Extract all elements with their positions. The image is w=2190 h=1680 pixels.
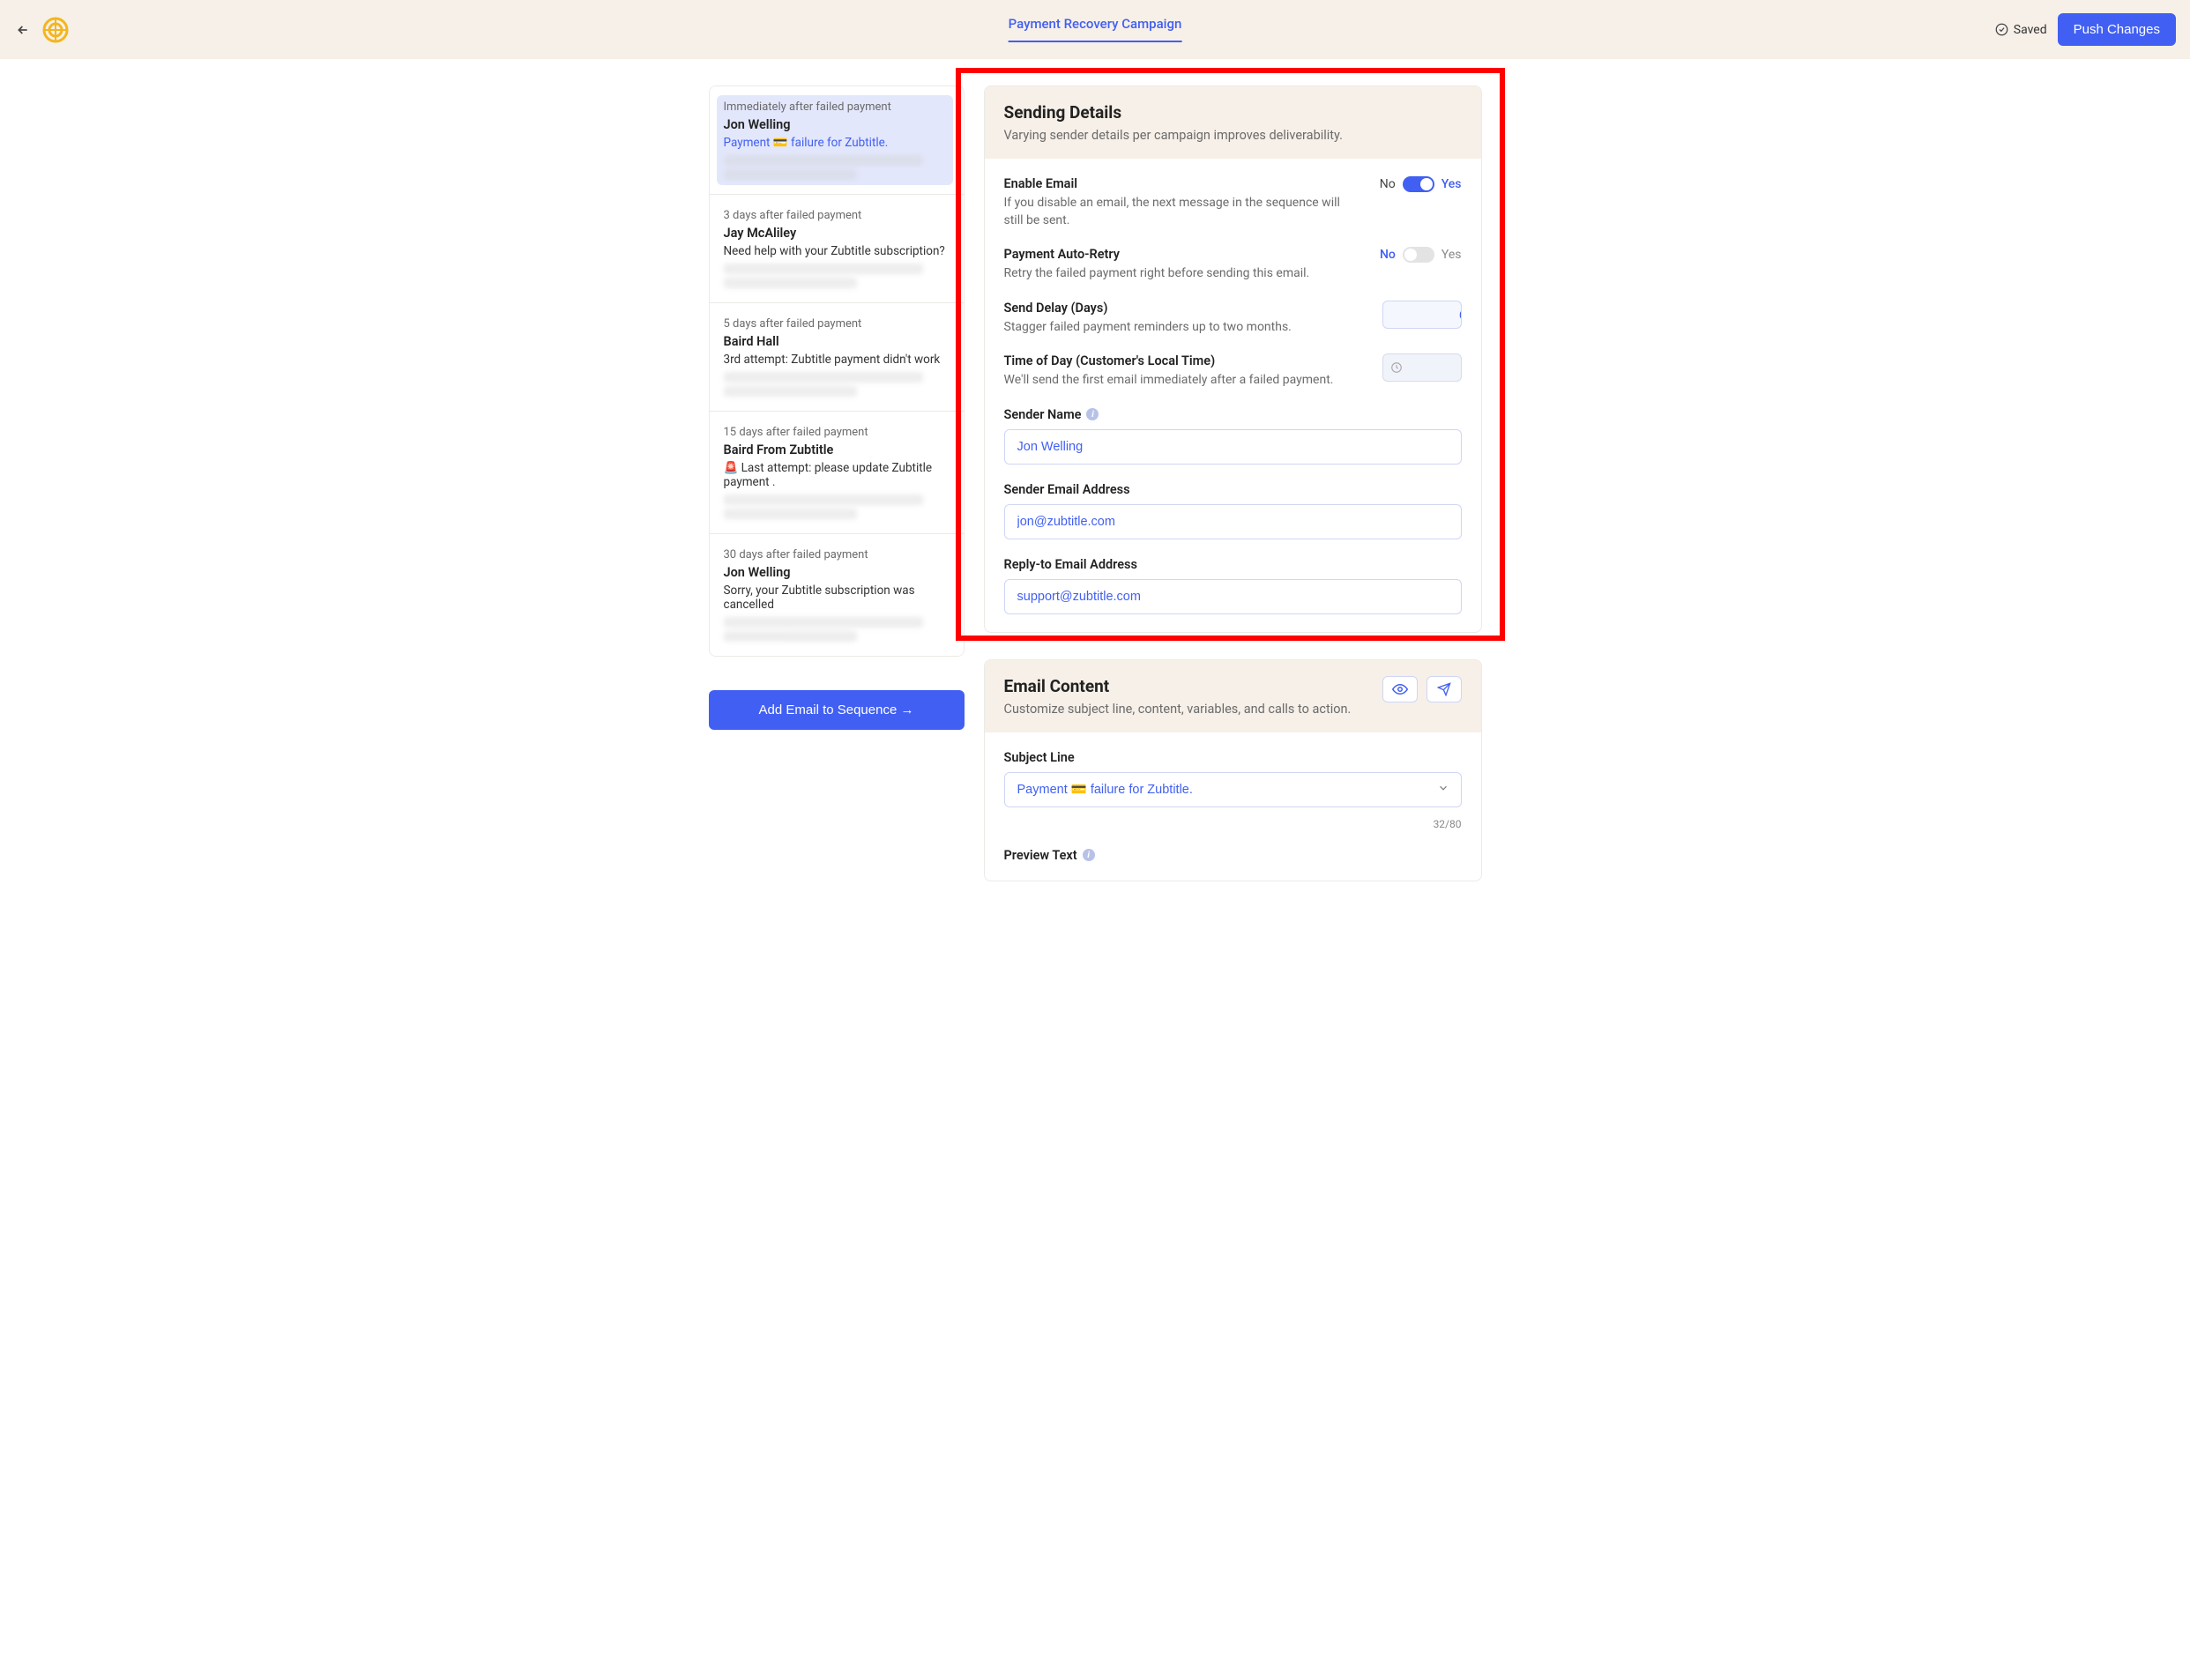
sequence-timing: Immediately after failed payment [724,100,946,114]
campaign-title[interactable]: Payment Recovery Campaign [1009,16,1182,42]
add-email-button[interactable]: Add Email to Sequence → [709,690,965,730]
sequence-timing: 15 days after failed payment [724,426,946,439]
preview-blur [724,278,857,288]
send-test-button[interactable] [1426,676,1462,702]
sending-details-panel: Sending Details Varying sender details p… [984,85,1482,633]
eye-icon [1392,681,1408,697]
sequence-timing: 5 days after failed payment [724,317,946,331]
sequence-sender: Jon Welling [724,117,946,132]
sequence-sender: Jon Welling [724,565,946,580]
sender-name-field: Sender Name i [1004,407,1462,465]
preview-text-label: Preview Text [1004,848,1077,863]
sequence-item[interactable]: 23 days after failed paymentJay McAliley… [710,195,964,303]
subject-line-label: Subject Line [1004,750,1462,765]
check-circle-icon [1995,23,2008,36]
reply-to-field: Reply-to Email Address [1004,557,1462,614]
reply-to-label: Reply-to Email Address [1004,557,1462,572]
reply-to-input[interactable] [1004,579,1462,614]
preview-text-field: Preview Text i [1004,848,1462,863]
auto-retry-yes: Yes [1441,248,1462,262]
enable-email-label: Enable Email [1004,176,1362,191]
sender-email-label: Sender Email Address [1004,482,1462,497]
preview-button[interactable] [1382,676,1418,702]
sequence-sender: Jay McAliley [724,226,946,241]
info-icon[interactable]: i [1086,408,1099,420]
preview-blur [724,509,857,519]
time-of-day-row: Time of Day (Customer's Local Time) We'l… [1004,353,1462,390]
preview-blur [724,617,924,628]
preview-blur [724,386,857,397]
enable-email-toggle[interactable] [1403,176,1434,192]
sequence-subject: Sorry, your Zubtitle subscription was ca… [724,584,946,612]
topbar: Payment Recovery Campaign Saved Push Cha… [0,0,2190,59]
subject-counter: 32/80 [1004,818,1462,830]
sequence-timing: 30 days after failed payment [724,548,946,561]
sender-name-label: Sender Name [1004,407,1082,422]
app-logo [42,17,69,43]
email-content-subtitle: Customize subject line, content, variabl… [1004,702,1352,717]
auto-retry-row: Payment Auto-Retry Retry the failed paym… [1004,247,1462,283]
preview-blur [724,264,924,274]
sending-details-subtitle: Varying sender details per campaign impr… [1004,128,1462,143]
time-of-day-input[interactable] [1382,353,1462,382]
enable-email-desc: If you disable an email, the next messag… [1004,195,1362,229]
subject-line-input[interactable] [1004,772,1462,807]
sequence-item[interactable]: 1Immediately after failed paymentJon Wel… [710,86,964,195]
sequence-subject: Payment 💳 failure for Zubtitle. [724,136,946,150]
sequence-timing: 3 days after failed payment [724,209,946,222]
sender-email-input[interactable] [1004,504,1462,539]
auto-retry-desc: Retry the failed payment right before se… [1004,265,1362,283]
auto-retry-no: No [1380,248,1396,262]
email-content-panel: Email Content Customize subject line, co… [984,659,1482,881]
saved-label: Saved [2014,23,2047,37]
preview-blur [724,372,924,383]
saved-indicator: Saved [1995,23,2047,37]
info-icon[interactable]: i [1083,849,1095,861]
sender-name-input[interactable] [1004,429,1462,465]
send-delay-desc: Stagger failed payment reminders up to t… [1004,319,1365,337]
send-icon [1437,682,1451,696]
sequence-item[interactable]: 530 days after failed paymentJon Welling… [710,534,964,656]
preview-blur [724,169,857,180]
sequence-subject: Need help with your Zubtitle subscriptio… [724,244,946,258]
enable-email-yes: Yes [1441,177,1462,191]
sequence-item[interactable]: 415 days after failed paymentBaird From … [710,412,964,534]
preview-blur [724,155,924,166]
sequence-sender: Baird From Zubtitle [724,442,946,457]
clock-icon [1390,361,1403,374]
sending-details-title: Sending Details [1004,102,1462,123]
sequence-subject: 3rd attempt: Zubtitle payment didn't wor… [724,353,946,367]
send-delay-input-wrapper: ▲ ▼ [1382,301,1462,329]
time-of-day-label: Time of Day (Customer's Local Time) [1004,353,1365,368]
send-delay-input[interactable] [1383,301,1462,328]
email-content-title: Email Content [1004,676,1352,696]
enable-email-no: No [1380,177,1396,191]
push-changes-button[interactable]: Push Changes [2058,13,2176,46]
time-of-day-desc: We'll send the first email immediately a… [1004,372,1365,390]
auto-retry-toggle[interactable] [1403,247,1434,263]
sequence-subject: 🚨 Last attempt: please update Zubtitle p… [724,461,946,489]
sequence-item[interactable]: 35 days after failed paymentBaird Hall3r… [710,303,964,412]
preview-blur [724,631,857,642]
preview-blur [724,494,924,505]
sender-email-field: Sender Email Address [1004,482,1462,539]
back-arrow[interactable] [14,21,32,39]
subject-line-field: Subject Line 32/80 [1004,750,1462,830]
email-sequence-list: 1Immediately after failed paymentJon Wel… [709,85,965,657]
enable-email-row: Enable Email If you disable an email, th… [1004,176,1462,229]
auto-retry-label: Payment Auto-Retry [1004,247,1362,262]
sequence-sender: Baird Hall [724,334,946,349]
send-delay-row: Send Delay (Days) Stagger failed payment… [1004,301,1462,337]
send-delay-label: Send Delay (Days) [1004,301,1365,316]
